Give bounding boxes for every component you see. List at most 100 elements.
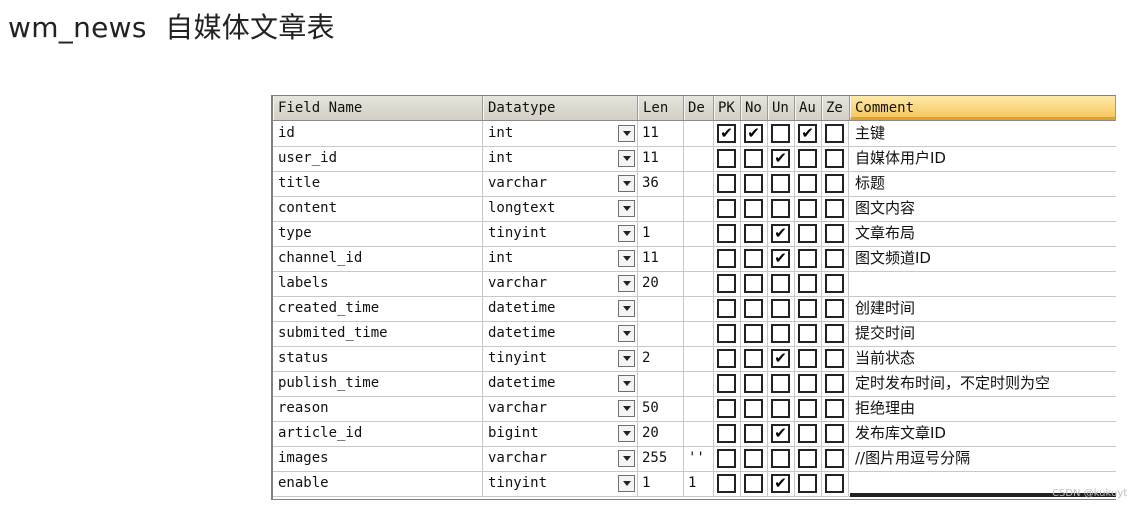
default-cell[interactable]: 1 xyxy=(684,471,714,496)
auto-increment-checkbox[interactable] xyxy=(798,174,817,193)
pk-checkbox[interactable] xyxy=(717,249,736,268)
field-name-cell[interactable]: title xyxy=(273,171,483,196)
field-name-cell[interactable]: publish_time xyxy=(273,371,483,396)
datatype-cell[interactable]: tinyint xyxy=(483,346,638,371)
chevron-down-icon[interactable] xyxy=(618,425,635,442)
chevron-down-icon[interactable] xyxy=(618,325,635,342)
zerofill-checkbox[interactable] xyxy=(825,324,844,343)
length-cell[interactable]: 11 xyxy=(638,121,684,146)
unsigned-checkbox[interactable]: ✔ xyxy=(771,424,790,443)
auto-increment-checkbox[interactable] xyxy=(798,199,817,218)
pk-checkbox[interactable] xyxy=(717,199,736,218)
table-row[interactable]: labels varchar 20 xyxy=(273,271,1116,297)
field-name-cell[interactable]: status xyxy=(273,346,483,371)
default-cell[interactable] xyxy=(684,121,714,146)
pk-checkbox[interactable] xyxy=(717,374,736,393)
table-row[interactable]: article_id bigint 20 ✔ 发布库文章ID xyxy=(273,421,1116,447)
zerofill-checkbox[interactable] xyxy=(825,349,844,368)
zerofill-checkbox[interactable] xyxy=(825,199,844,218)
field-name-cell[interactable]: submited_time xyxy=(273,321,483,346)
datatype-cell[interactable]: datetime xyxy=(483,321,638,346)
comment-cell[interactable]: 创建时间 xyxy=(850,296,1116,321)
auto-increment-checkbox[interactable] xyxy=(798,324,817,343)
datatype-cell[interactable]: longtext xyxy=(483,196,638,221)
not-null-checkbox[interactable] xyxy=(744,299,763,318)
comment-cell[interactable]: 发布库文章ID xyxy=(850,421,1116,446)
field-name-cell[interactable]: reason xyxy=(273,396,483,421)
unsigned-checkbox[interactable] xyxy=(771,274,790,293)
not-null-checkbox[interactable] xyxy=(744,149,763,168)
default-cell[interactable]: '' xyxy=(684,446,714,471)
unsigned-checkbox[interactable] xyxy=(771,374,790,393)
not-null-checkbox[interactable] xyxy=(744,174,763,193)
datatype-cell[interactable]: bigint xyxy=(483,421,638,446)
chevron-down-icon[interactable] xyxy=(618,125,635,142)
pk-checkbox[interactable] xyxy=(717,449,736,468)
pk-checkbox[interactable] xyxy=(717,424,736,443)
comment-cell[interactable]: 主键 xyxy=(850,121,1116,146)
datatype-cell[interactable]: varchar xyxy=(483,271,638,296)
header-not-null[interactable]: No xyxy=(741,96,768,120)
not-null-checkbox[interactable] xyxy=(744,324,763,343)
default-cell[interactable] xyxy=(684,421,714,446)
pk-checkbox[interactable] xyxy=(717,174,736,193)
zerofill-checkbox[interactable] xyxy=(825,424,844,443)
auto-increment-checkbox[interactable]: ✔ xyxy=(798,124,817,143)
comment-cell[interactable]: 拒绝理由 xyxy=(850,396,1116,421)
default-cell[interactable] xyxy=(684,396,714,421)
auto-increment-checkbox[interactable] xyxy=(798,349,817,368)
zerofill-checkbox[interactable] xyxy=(825,174,844,193)
comment-cell[interactable]: //图片用逗号分隔 xyxy=(850,446,1116,471)
chevron-down-icon[interactable] xyxy=(618,400,635,417)
datatype-cell[interactable]: varchar xyxy=(483,396,638,421)
field-name-cell[interactable]: enable xyxy=(273,471,483,496)
unsigned-checkbox[interactable] xyxy=(771,324,790,343)
pk-checkbox[interactable] xyxy=(717,474,736,493)
unsigned-checkbox[interactable] xyxy=(771,449,790,468)
default-cell[interactable] xyxy=(684,371,714,396)
default-cell[interactable] xyxy=(684,296,714,321)
datatype-cell[interactable]: datetime xyxy=(483,371,638,396)
chevron-down-icon[interactable] xyxy=(618,475,635,492)
zerofill-checkbox[interactable] xyxy=(825,374,844,393)
table-row[interactable]: status tinyint 2 ✔ 当前状态 xyxy=(273,346,1116,372)
header-zerofill[interactable]: Ze xyxy=(822,96,850,120)
datatype-cell[interactable]: datetime xyxy=(483,296,638,321)
default-cell[interactable] xyxy=(684,271,714,296)
table-row[interactable]: content longtext 图文内容 xyxy=(273,196,1116,222)
table-row[interactable]: submited_time datetime 提交时间 xyxy=(273,321,1116,347)
not-null-checkbox[interactable] xyxy=(744,474,763,493)
auto-increment-checkbox[interactable] xyxy=(798,249,817,268)
length-cell[interactable]: 50 xyxy=(638,396,684,421)
chevron-down-icon[interactable] xyxy=(618,250,635,267)
length-cell[interactable]: 20 xyxy=(638,421,684,446)
datatype-cell[interactable]: int xyxy=(483,246,638,271)
auto-increment-checkbox[interactable] xyxy=(798,274,817,293)
not-null-checkbox[interactable] xyxy=(744,274,763,293)
field-name-cell[interactable]: user_id xyxy=(273,146,483,171)
pk-checkbox[interactable] xyxy=(717,399,736,418)
header-pk[interactable]: PK xyxy=(714,96,741,120)
chevron-down-icon[interactable] xyxy=(618,300,635,317)
zerofill-checkbox[interactable] xyxy=(825,224,844,243)
unsigned-checkbox[interactable]: ✔ xyxy=(771,349,790,368)
chevron-down-icon[interactable] xyxy=(618,350,635,367)
header-auto-increment[interactable]: Au xyxy=(795,96,822,120)
auto-increment-checkbox[interactable] xyxy=(798,374,817,393)
unsigned-checkbox[interactable]: ✔ xyxy=(771,149,790,168)
comment-cell[interactable]: 图文内容 xyxy=(850,196,1116,221)
pk-checkbox[interactable] xyxy=(717,324,736,343)
zerofill-checkbox[interactable] xyxy=(825,399,844,418)
auto-increment-checkbox[interactable] xyxy=(798,224,817,243)
default-cell[interactable] xyxy=(684,321,714,346)
default-cell[interactable] xyxy=(684,146,714,171)
datatype-cell[interactable]: int xyxy=(483,146,638,171)
not-null-checkbox[interactable] xyxy=(744,399,763,418)
not-null-checkbox[interactable] xyxy=(744,424,763,443)
comment-cell[interactable]: 文章布局 xyxy=(850,221,1116,246)
chevron-down-icon[interactable] xyxy=(618,175,635,192)
field-name-cell[interactable]: labels xyxy=(273,271,483,296)
pk-checkbox[interactable]: ✔ xyxy=(717,124,736,143)
comment-cell[interactable]: 提交时间 xyxy=(850,321,1116,346)
comment-cell[interactable]: 自媒体用户ID xyxy=(850,146,1116,171)
